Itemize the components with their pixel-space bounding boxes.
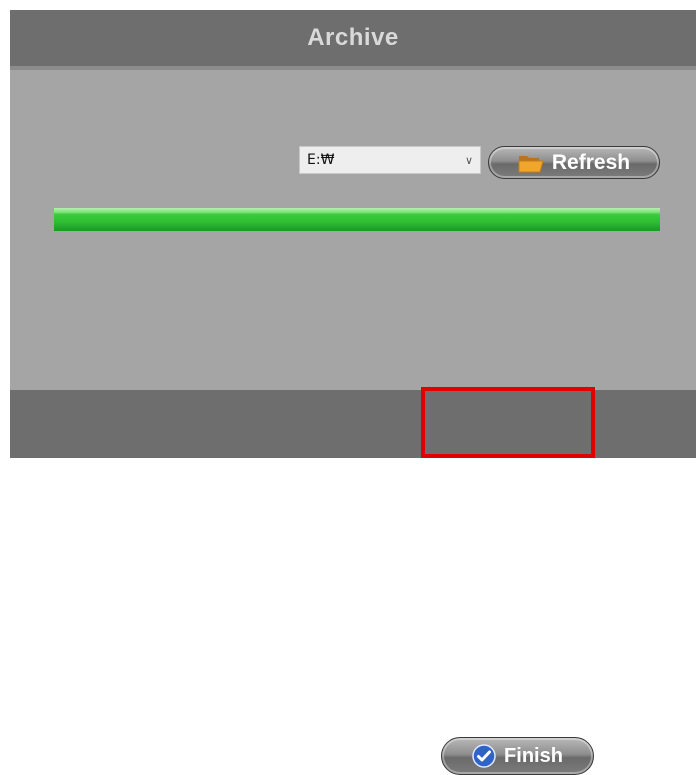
drive-select[interactable]: E:₩ ∨ xyxy=(299,146,481,174)
finish-highlight-box xyxy=(421,387,595,458)
refresh-label: Refresh xyxy=(551,150,631,174)
title-bar: Archive xyxy=(10,10,696,66)
chevron-down-icon: ∨ xyxy=(464,153,474,167)
progress-bar xyxy=(54,208,660,231)
dialog-title: Archive xyxy=(307,24,399,51)
finish-button[interactable]: Finish xyxy=(441,737,594,775)
progress-fill xyxy=(54,208,660,231)
dialog-content: E:₩ ∨ Refresh xyxy=(10,70,696,400)
finish-label: Finish xyxy=(504,744,563,767)
checkmark-icon xyxy=(472,744,496,768)
folder-icon xyxy=(518,153,544,173)
refresh-button[interactable]: Refresh xyxy=(488,146,660,179)
drive-select-value: E:₩ xyxy=(307,152,335,168)
